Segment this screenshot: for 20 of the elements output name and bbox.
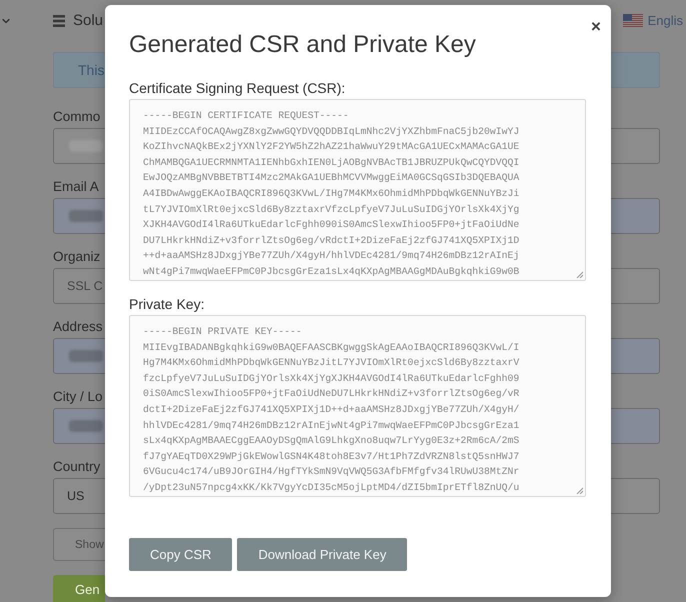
generate-button[interactable]: Gen bbox=[53, 575, 105, 602]
show-button[interactable]: Show bbox=[53, 528, 105, 561]
section-label: Private Key: bbox=[129, 296, 204, 313]
field-label: Commo bbox=[53, 108, 100, 126]
field-label: City / Lo bbox=[53, 388, 103, 406]
resize-grip-icon[interactable] bbox=[576, 487, 583, 494]
download-button[interactable]: Download Private Key bbox=[237, 538, 408, 571]
field-label: Address bbox=[53, 318, 103, 336]
csr-textarea[interactable]: -----BEGIN CERTIFICATE REQUEST----- MIIDEzCCAfOCAQAwgZ8xgZwwGQYDVQQDDBIqLmNhc2VjYXZhbmFnaC5jb20wIwYJ KoZIhvcNAQkBEx2jYXNlY2F2YW5hZ2hAZ21haWwuY29tMAcGA1UECxMAMAcGA1UE ChMAMBQGA1UECRMNMTA1IENhbGxhIEN0LjAOBgNVBAcTB1JBRUZPUkQwCQYDVQQI EwJOQzAMBgNVBBETBTI4Mzc2MAkGA1UEBhMCVVMwggEiMA0GCSqGSIb3DQEBAQUA A4IBDwAwggEKAoIBAQCRI896Q3KVwL/IHg7M4KMx6OhmidMhPDbqWkGENNuYBzJi tL7YJVIOmXlRt0ejxcSld6By8zztaxrVfzcLpfyeV7JuLuSuIDGjYOrlsXk4XjYg XJKH4AVGOdI4lRa6UTkuEdarlcFghh090iS0AmcSlexwIhioo5FP0+jtFaOiUdNe DU7LHkrkHNdiZ+v3forrlZtsOg6eg/vRdctI+2DizeFaEj2zfGJ741XQ5XPIXj1D ++d+aaAMSHz8JDxgjYBe77ZUh/X4gyH/hhlVDEc4281/9mq74H26mDBz12rAInEj wNt4gPi7mwqWaeEFPmC0PJbcsgGrEza1sLx4qKXpAgMBAAGgMDAuBgkqhkiG9w0B bbox=[129, 99, 586, 281]
flag-icon bbox=[622, 14, 643, 28]
private-key-textarea[interactable]: -----BEGIN PRIVATE KEY----- MIIEvgIBADANBgkqhkiG9w0BAQEFAASCBKgwggSkAgEAAoIBAQCRI896Q3KVwL/I Hg7M4KMx6OhmidMhPDbqWkGENNuYBzJitL7YJVIOmXlRt0ejxcSld6By8zztaxrV fzcLpfyeV7JuLuSuIDGjYOrlsXk4XjYgXJKH4AVGOdI4lRa6UTkuEdarlcFghh09 0iS0AmcSlexwIhioo5FP0+jtFaOiUdNeDU7LHkrkHNdiZ+v3forrlZtsOg6eg/vR dctI+2DizeFaEj2zfGJ741XQ5XPIXj1D++d+aaAMSHz8JDxgjYBe77ZUh/X4gyH/ hhlVDEc4281/9mq74H26mDBz12rAInEjwNt4gPi7mwqWaeEFPmC0PJbcsgGrEza1 sLx4qKXpAgMBAAECggEAAOyDSgQmAlG9LhkgXno8uqw7LrYyg0E3z+2Rm6cA/2mS fJ7gYAEqTD0X29WPjGkEWowlGSN4K48toh8E3v7/Ht1Ph7ZdVRZN8lstQ5snHWJ7 6VGucu4c174/uB9JOrGIH4/HgfTYkSmN9VqVWQ5G3AfbFMfgfv34lRUwU38MtZNr /yDpt23uN57npcg4xKK/Kk7VgyYcDI35cM5ojLptMD4/dZI5bmIprETfl8ZnUQ/u bbox=[129, 315, 586, 497]
resize-grip-icon[interactable] bbox=[576, 271, 583, 278]
field-label: Country bbox=[53, 458, 100, 476]
field-label: Email A bbox=[53, 178, 99, 196]
menu-icon[interactable] bbox=[53, 15, 65, 27]
close-button[interactable]: × bbox=[588, 17, 604, 37]
site-title: Solu bbox=[73, 12, 104, 30]
copy-button[interactable]: Copy CSR bbox=[129, 538, 232, 571]
field-label: Organiz bbox=[53, 248, 100, 266]
language-link[interactable]: Englis bbox=[648, 13, 683, 29]
